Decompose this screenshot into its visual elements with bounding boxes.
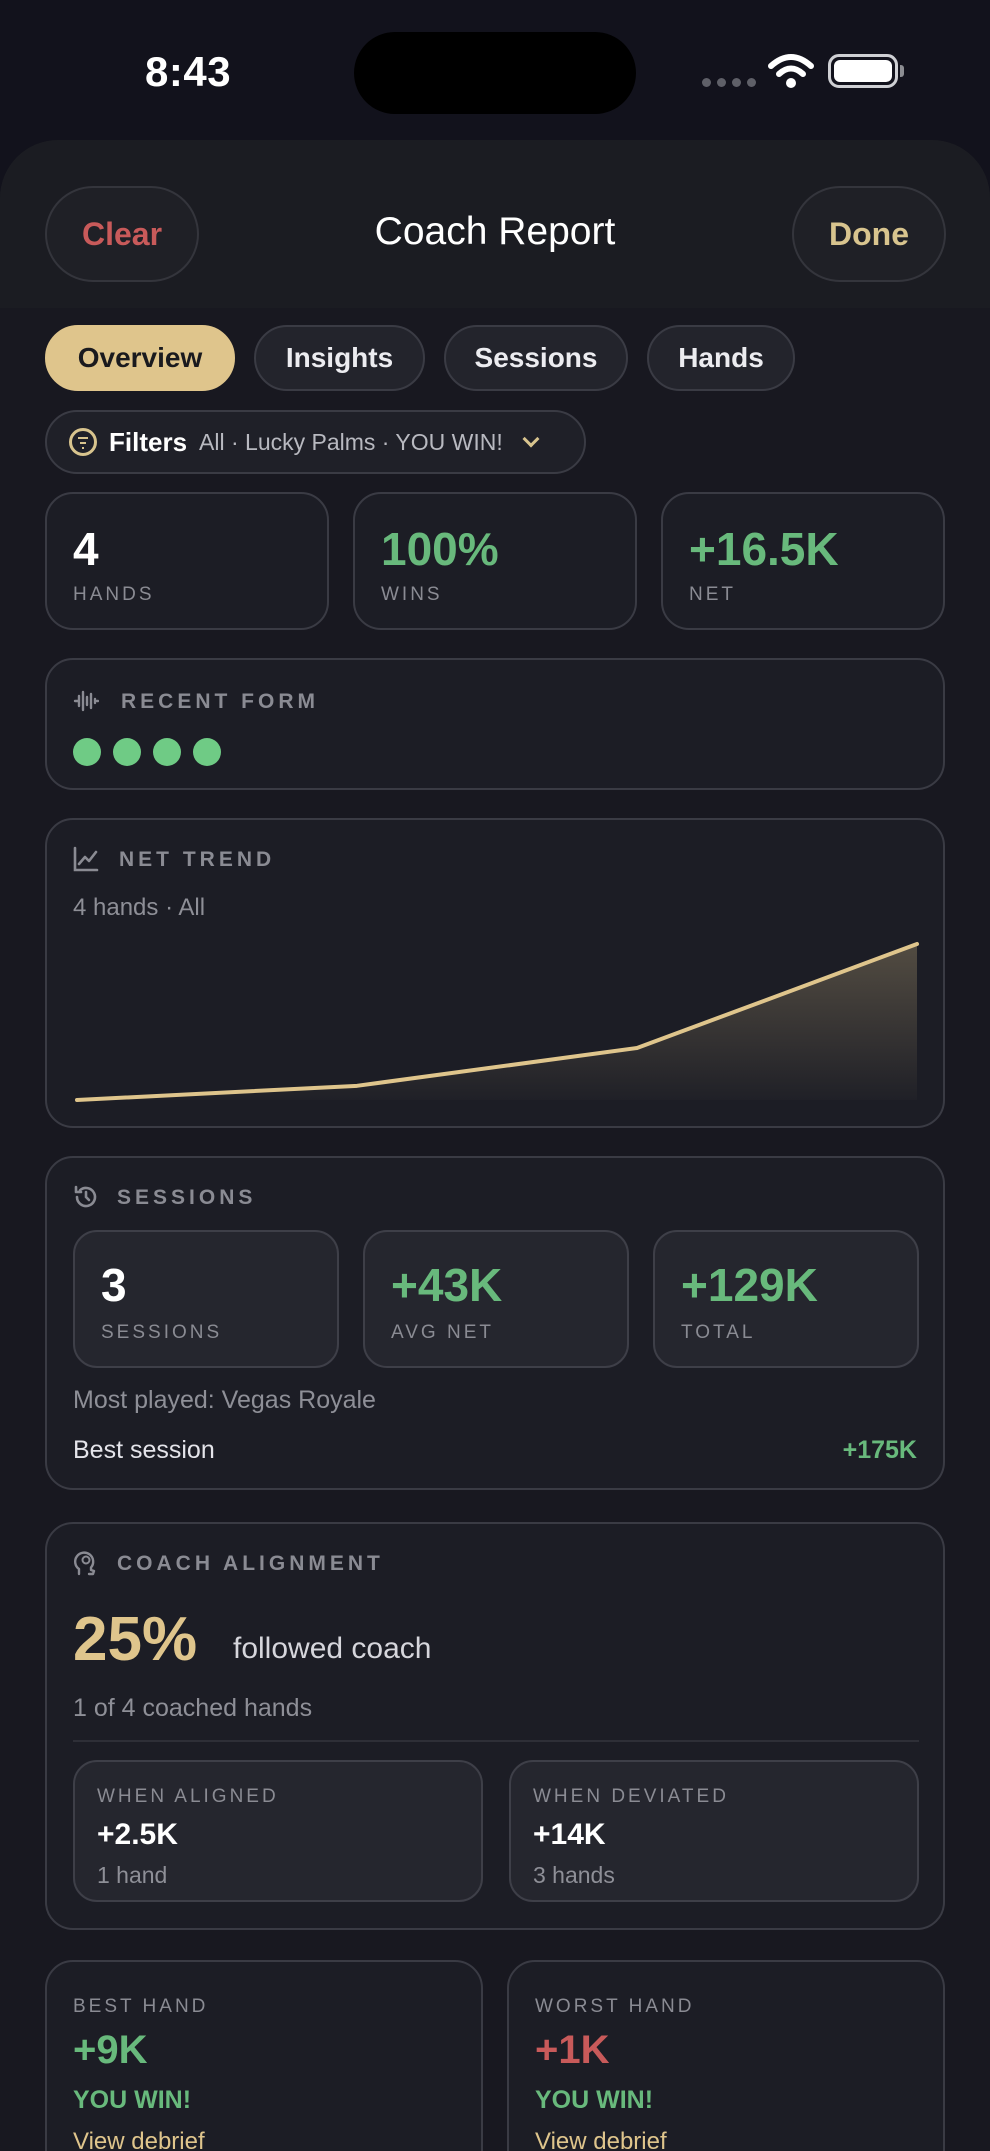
battery-icon (828, 54, 898, 88)
stat-value: 3 (101, 1259, 127, 1311)
aligned-label: WHEN ALIGNED (97, 1786, 279, 1807)
best-hand-value: +9K (73, 2028, 148, 2072)
deviated-value: +14K (533, 1818, 606, 1851)
stat-value: +43K (391, 1259, 503, 1311)
net-trend-subtitle: 4 hands · All (73, 894, 206, 921)
battery-tip (900, 65, 904, 77)
stat-label: AVG NET (391, 1322, 494, 1343)
sessions-count-card: 3 SESSIONS (73, 1230, 339, 1368)
deviated-label: WHEN DEVIATED (533, 1786, 729, 1807)
section-title: NET TREND (119, 848, 276, 871)
stat-value: +16.5K (689, 523, 839, 575)
worst-hand-card[interactable]: WORST HAND +1K YOU WIN! View debrief (507, 1960, 945, 2151)
brain-head-icon (74, 1551, 96, 1576)
tab-sessions[interactable]: Sessions (444, 325, 628, 391)
trend-area (77, 944, 917, 1100)
worst-hand-result: YOU WIN! (535, 2086, 654, 2114)
done-button[interactable]: Done (792, 186, 946, 282)
sessions-card: SESSIONS 3 SESSIONS +43K AVG NET +129K T… (45, 1156, 945, 1490)
alignment-label: followed coach (233, 1632, 432, 1665)
form-dots (73, 738, 221, 766)
when-deviated-card: WHEN DEVIATED +14K 3 hands (509, 1760, 919, 1902)
worst-hand-label: WORST HAND (535, 1996, 695, 2017)
aligned-value: +2.5K (97, 1818, 178, 1851)
recent-form-card: RECENT FORM (45, 658, 945, 790)
wifi-icon (768, 54, 814, 88)
when-aligned-card: WHEN ALIGNED +2.5K 1 hand (73, 1760, 483, 1902)
win-dot (153, 738, 181, 766)
stat-label: TOTAL (681, 1322, 756, 1343)
filters-button[interactable]: Filters All · Lucky Palms · YOU WIN! (45, 410, 586, 474)
stat-label: NET (689, 584, 736, 605)
net-trend-card: NET TREND 4 hands · All (45, 818, 945, 1128)
stat-card-hands: 4 HANDS (45, 492, 329, 630)
best-session-label: Best session (73, 1436, 215, 1464)
worst-hand-value: +1K (535, 2028, 610, 2072)
stat-value: +129K (681, 1259, 818, 1311)
stat-label: SESSIONS (101, 1322, 223, 1343)
best-hand-label: BEST HAND (73, 1996, 209, 2017)
best-session-value: +175K (842, 1436, 917, 1464)
sessions-total-card: +129K TOTAL (653, 1230, 919, 1368)
section-title: COACH ALIGNMENT (117, 1552, 384, 1575)
net-trend-chart (75, 942, 919, 1102)
best-hand-result: YOU WIN! (73, 2086, 192, 2114)
win-dot (193, 738, 221, 766)
dynamic-island (354, 32, 636, 114)
stat-label: WINS (381, 584, 443, 605)
best-hand-debrief-link[interactable]: View debrief (73, 2128, 205, 2151)
filter-icon (69, 428, 97, 456)
filters-value: All · Lucky Palms · YOU WIN! (199, 428, 503, 455)
sessions-avg-card: +43K AVG NET (363, 1230, 629, 1368)
deviated-count: 3 hands (533, 1862, 615, 1888)
stat-value: 100% (381, 523, 499, 575)
best-hand-card[interactable]: BEST HAND +9K YOU WIN! View debrief (45, 1960, 483, 2151)
tab-insights[interactable]: Insights (254, 325, 425, 391)
alignment-percent: 25% (73, 1605, 198, 1674)
cellular-signal-icon (702, 78, 756, 87)
section-title: RECENT FORM (121, 690, 319, 713)
coach-alignment-card: COACH ALIGNMENT 25% followed coach 1 of … (45, 1522, 945, 1930)
stat-card-wins: 100% WINS (353, 492, 637, 630)
filters-label: Filters (109, 426, 188, 457)
most-played: Most played: Vegas Royale (73, 1386, 376, 1414)
tab-hands[interactable]: Hands (647, 325, 795, 391)
divider (73, 1740, 919, 1742)
section-title: SESSIONS (117, 1186, 257, 1209)
chart-icon (73, 846, 99, 872)
alignment-detail: 1 of 4 coached hands (73, 1694, 313, 1722)
win-dot (113, 738, 141, 766)
chevron-down-icon (522, 430, 540, 448)
status-time: 8:43 (145, 48, 232, 95)
stat-label: HANDS (73, 584, 155, 605)
history-icon (74, 1185, 97, 1208)
win-dot (73, 738, 101, 766)
stat-card-net: +16.5K NET (661, 492, 945, 630)
stat-value: 4 (73, 523, 99, 575)
aligned-count: 1 hand (97, 1862, 168, 1888)
tab-overview[interactable]: Overview (45, 325, 235, 391)
waveform-icon (73, 690, 99, 712)
worst-hand-debrief-link[interactable]: View debrief (535, 2128, 667, 2151)
